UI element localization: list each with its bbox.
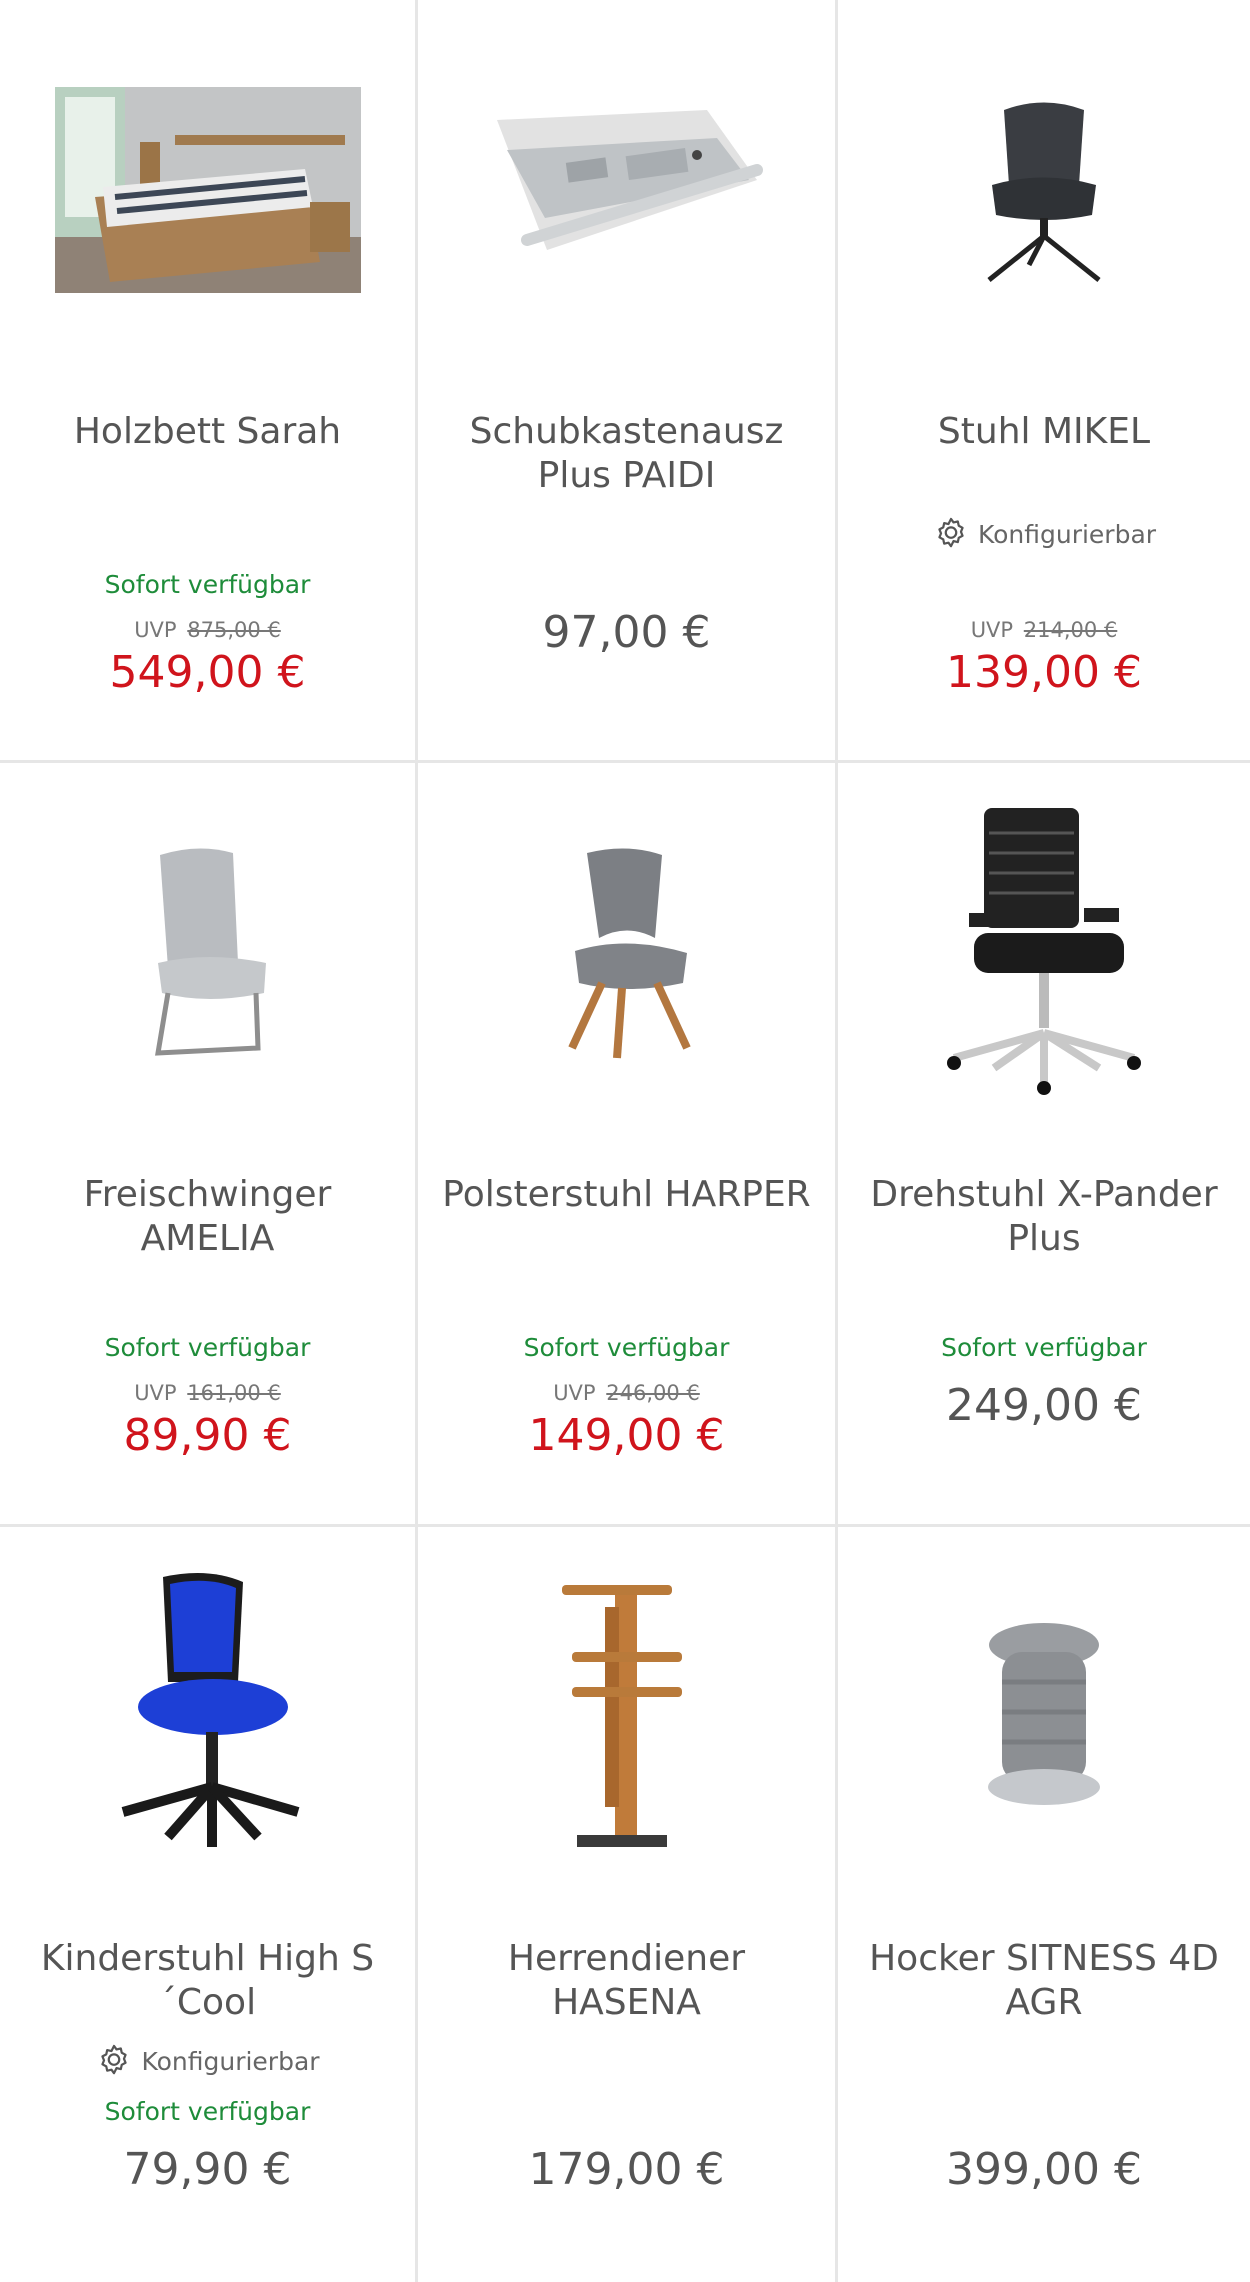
product-title[interactable]: Hocker SITNESS 4D AGR: [858, 1937, 1230, 2025]
regular-price: 399,00 €: [946, 2144, 1142, 2195]
product-card-holzbett-sarah[interactable]: Holzbett Sarah Sofort verfügbar UVP 875,…: [0, 0, 418, 763]
product-title[interactable]: Freischwinger AMELIA: [20, 1173, 395, 1261]
gear-icon: [101, 2044, 128, 2075]
product-card-polsterstuhl-harper[interactable]: Polsterstuhl HARPER Sofort verfügbar UVP…: [418, 763, 838, 1527]
product-card-herrendiener-hasena[interactable]: Herrendiener HASENA 179,00 €: [418, 1527, 838, 2282]
configurable-label: Konfigurierbar: [977, 519, 1157, 549]
availability-status: Sofort verfügbar: [941, 1333, 1147, 1362]
product-card-kinderstuhl[interactable]: Kinderstuhl High S´Cool Konfigurierbar S…: [0, 1527, 418, 2282]
regular-price: 249,00 €: [946, 1380, 1142, 1431]
product-image-valet-stand[interactable]: [418, 1567, 835, 1867]
product-card-schubkastenausz[interactable]: Schubkastenausz Plus PAIDI 97,00 €: [418, 0, 838, 763]
product-title[interactable]: Drehstuhl X-Pander Plus: [858, 1173, 1230, 1261]
product-title[interactable]: Herrendiener HASENA: [438, 1937, 815, 2025]
product-title[interactable]: Polsterstuhl HARPER: [438, 1173, 815, 1217]
uvp-label: UVP: [134, 1381, 177, 1405]
product-title[interactable]: Stuhl MIKEL: [858, 410, 1230, 454]
gear-icon: [938, 517, 964, 548]
uvp-old-price: 161,00 €: [187, 1381, 281, 1405]
uvp-label: UVP: [134, 618, 177, 642]
sale-price: 149,00 €: [528, 1410, 725, 1461]
product-image-chair-amelia[interactable]: [0, 803, 415, 1103]
uvp-old-price: 875,00 €: [187, 618, 281, 642]
product-image-office-chair[interactable]: [838, 803, 1250, 1103]
product-grid: Holzbett Sarah Sofort verfügbar UVP 875,…: [0, 0, 1250, 2282]
product-card-stuhl-mikel[interactable]: Stuhl MIKEL Konfigurierbar UVP 214,00 € …: [838, 0, 1250, 763]
uvp-old-price: 214,00 €: [1023, 618, 1118, 642]
sale-price: 139,00 €: [946, 647, 1142, 698]
uvp-price: UVP 214,00 €: [838, 618, 1250, 642]
uvp-label: UVP: [970, 618, 1014, 642]
uvp-price: UVP 161,00 €: [0, 1381, 415, 1405]
availability-status: Sofort verfügbar: [104, 1333, 311, 1362]
configurable-label: Konfigurierbar: [141, 2046, 320, 2076]
uvp-old-price: 246,00 €: [606, 1381, 700, 1405]
availability-status: Sofort verfügbar: [523, 1333, 730, 1362]
product-image-drawer[interactable]: [418, 40, 835, 340]
sale-price: 549,00 €: [109, 647, 306, 698]
product-card-hocker-sitness[interactable]: Hocker SITNESS 4D AGR 399,00 €: [838, 1527, 1250, 2282]
regular-price: 179,00 €: [528, 2144, 725, 2195]
product-title[interactable]: Kinderstuhl High S´Cool: [20, 1937, 395, 2025]
regular-price: 97,00 €: [542, 607, 711, 658]
product-card-freischwinger-amelia[interactable]: Freischwinger AMELIA Sofort verfügbar UV…: [0, 763, 418, 1527]
uvp-price: UVP 246,00 €: [418, 1381, 835, 1405]
configurable-badge[interactable]: Konfigurierbar: [838, 515, 1250, 553]
product-title[interactable]: Holzbett Sarah: [20, 410, 395, 454]
sale-price: 89,90 €: [123, 1410, 292, 1461]
product-image-bed[interactable]: [0, 40, 415, 340]
product-image-chair-mikel[interactable]: [838, 40, 1250, 340]
product-image-stool[interactable]: [838, 1567, 1250, 1867]
product-card-drehstuhl-x-pander[interactable]: Drehstuhl X-Pander Plus Sofort verfügbar…: [838, 763, 1250, 1527]
regular-price: 79,90 €: [123, 2144, 292, 2195]
uvp-price: UVP 875,00 €: [0, 618, 415, 642]
availability-status: Sofort verfügbar: [104, 2097, 311, 2126]
product-title[interactable]: Schubkastenausz Plus PAIDI: [438, 410, 815, 498]
configurable-badge[interactable]: Konfigurierbar: [0, 2042, 415, 2080]
product-image-chair-harper[interactable]: [418, 803, 835, 1103]
uvp-label: UVP: [553, 1381, 596, 1405]
availability-status: Sofort verfügbar: [104, 570, 311, 599]
product-image-kids-chair[interactable]: [0, 1567, 415, 1867]
